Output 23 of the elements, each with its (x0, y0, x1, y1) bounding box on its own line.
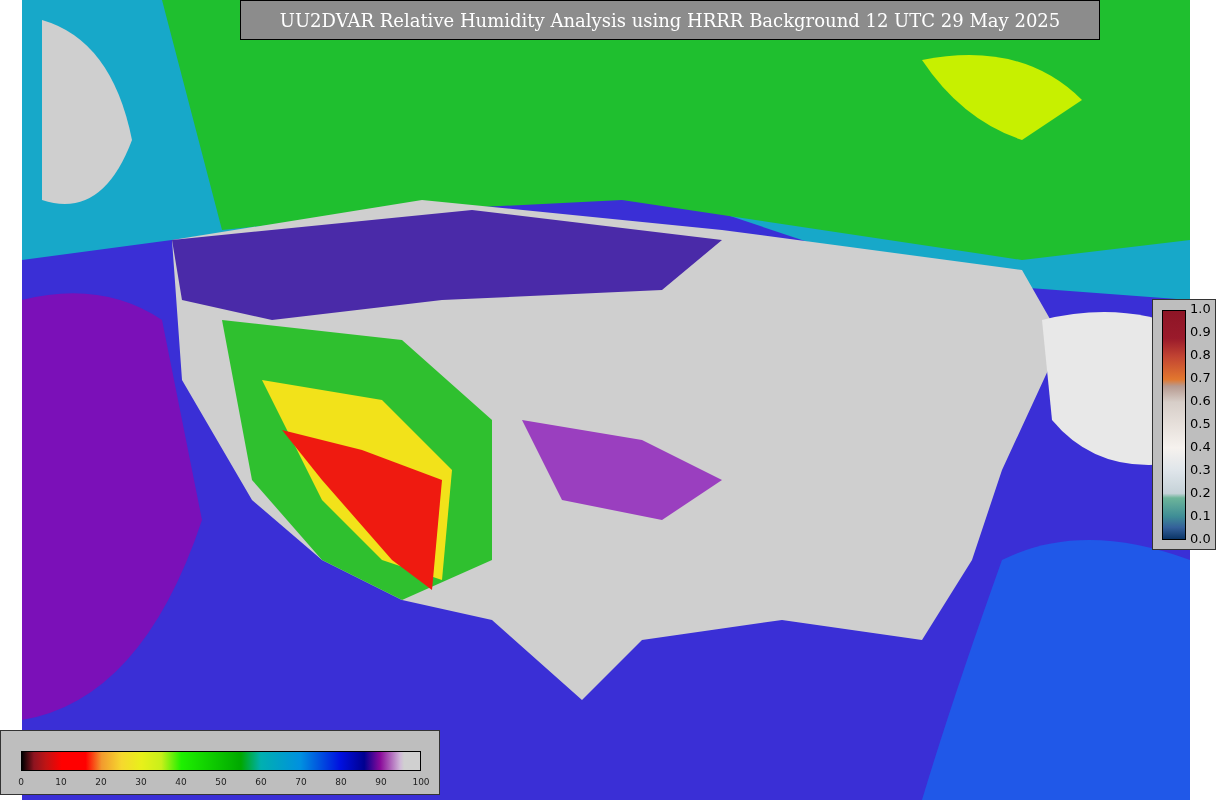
colorbar-tick-label: 0.9 (1190, 324, 1211, 340)
colorbar-tick-label: 30 (134, 777, 148, 787)
map-title: UU2DVAR Relative Humidity Analysis using HRRR Background 12 UTC 29 May 2025 (240, 0, 1100, 40)
colorbar-tick-label: 0.7 (1190, 370, 1211, 386)
colorbar-tick-label: 0.2 (1190, 485, 1211, 501)
colorbar-tick-label: 0 (17, 777, 25, 787)
colorbar-tick-label: 50 (214, 777, 228, 787)
colorbar-tick-label: 90 (374, 777, 388, 787)
colorbar-tick-label: 80 (334, 777, 348, 787)
colorbar-tick-label: 0.6 (1190, 393, 1211, 409)
colorbar-tick-label: 40 (174, 777, 188, 787)
colorbar-tick-label: 0.8 (1190, 347, 1211, 363)
colorbar-tick-label: 10 (54, 777, 68, 787)
colorbar-tick-label: 100 (411, 777, 431, 787)
colorbar-tick-label: 0.3 (1190, 462, 1211, 478)
colorbar-tick-label: 60 (254, 777, 268, 787)
colorbar-tick-label: 0.1 (1190, 508, 1211, 524)
colorbar-tick-label: 0.4 (1190, 439, 1211, 455)
colorbar-tick-label: 1.0 (1190, 301, 1211, 317)
colorbar-tick-label: 0.5 (1190, 416, 1211, 432)
colorbar-tick-label: 0.0 (1190, 531, 1211, 547)
colorbar-tick-label: 70 (294, 777, 308, 787)
colorbar-tick-label: 20 (94, 777, 108, 787)
